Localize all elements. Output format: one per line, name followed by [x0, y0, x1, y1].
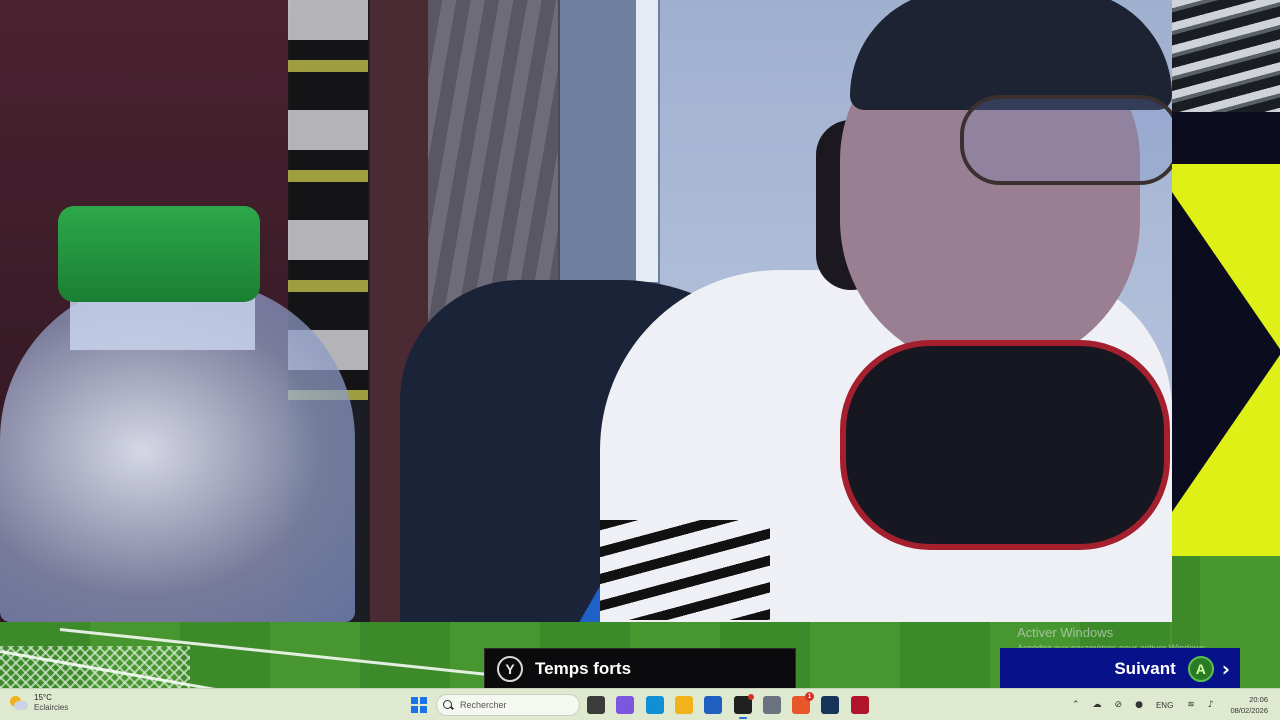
- webcam-headset: [840, 340, 1170, 550]
- edge-icon[interactable]: [646, 696, 664, 714]
- notification-badge: 1: [805, 692, 814, 701]
- taskbar-clock[interactable]: 20:06 08/02/2026: [1226, 694, 1268, 716]
- highlights-label: Temps forts: [535, 659, 632, 678]
- clock-time: 20:06: [1249, 695, 1268, 704]
- webcam-person-cap: [850, 0, 1172, 110]
- partly-cloudy-icon: [10, 694, 28, 712]
- stadium-roof: [1172, 0, 1280, 112]
- webcam-person-glasses: [960, 95, 1172, 185]
- menu-graphic-panel: [1172, 112, 1280, 556]
- search-placeholder: Rechercher: [460, 700, 507, 710]
- search-icon: [443, 699, 454, 711]
- taskbar: 15°C Eclaircies Rechercher 1 ⌃ ☁ ⊘ ● ENG…: [0, 688, 1280, 720]
- weather-widget[interactable]: 15°C Eclaircies: [10, 693, 68, 713]
- microphone-icon[interactable]: ●: [1135, 700, 1143, 710]
- settings-icon[interactable]: [763, 696, 781, 714]
- weather-temp: 15°C: [34, 693, 52, 702]
- weather-condition: Eclaircies: [34, 703, 69, 712]
- volume-icon[interactable]: ♪: [1208, 700, 1214, 710]
- status-dot: [748, 694, 754, 700]
- language-indicator[interactable]: ENG: [1156, 701, 1173, 710]
- watermark-title: Activer Windows: [1017, 625, 1114, 640]
- chevron-right-icon: ›: [1221, 657, 1230, 681]
- copilot-icon[interactable]: [616, 696, 634, 714]
- chevron-graphic: [1172, 192, 1280, 512]
- goal-net: [0, 646, 190, 688]
- ea-app-icon[interactable]: [851, 696, 869, 714]
- next-button[interactable]: Suivant A ›: [1000, 648, 1240, 690]
- microsoft-store-icon[interactable]: [704, 696, 722, 714]
- network-off-icon[interactable]: ⊘: [1115, 700, 1123, 710]
- chevron-up-icon[interactable]: ⌃: [1072, 700, 1080, 710]
- brave-icon[interactable]: 1: [792, 692, 814, 714]
- taskbar-search-box[interactable]: Rechercher: [436, 694, 580, 716]
- wifi-icon[interactable]: ≋: [1187, 700, 1195, 710]
- file-explorer-icon[interactable]: [675, 696, 693, 714]
- task-view-icon[interactable]: [587, 696, 605, 714]
- webcam-sleeve-stripes: [600, 520, 770, 620]
- steam-icon[interactable]: [821, 696, 839, 714]
- system-tray: ⌃ ☁ ⊘ ● ENG ≋ ♪: [1072, 689, 1227, 720]
- obs-studio-icon[interactable]: [734, 694, 754, 719]
- clock-date: 08/02/2026: [1230, 706, 1268, 715]
- webcam-bottle-cap: [58, 206, 260, 302]
- controller-y-icon: Y: [497, 656, 523, 682]
- onedrive-icon[interactable]: ☁: [1093, 700, 1102, 710]
- highlights-button[interactable]: Y Temps forts: [484, 648, 796, 690]
- windows-start-icon[interactable]: [411, 697, 427, 713]
- next-label: Suivant: [1114, 659, 1176, 678]
- webcam-door-frame: [636, 0, 658, 282]
- webcam-overlay: [0, 0, 1172, 622]
- controller-a-icon: A: [1187, 656, 1214, 682]
